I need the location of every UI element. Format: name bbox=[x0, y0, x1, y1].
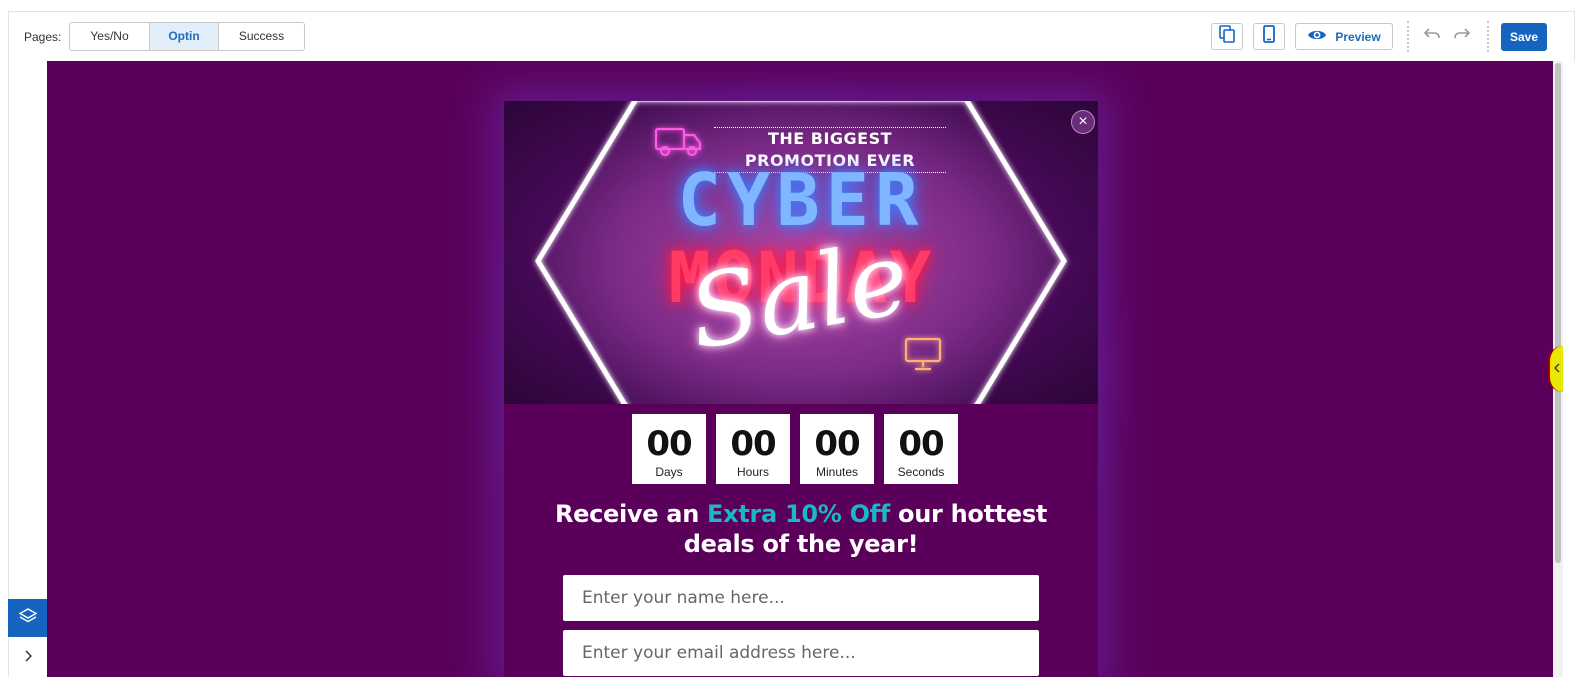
headline-part2: our hottest bbox=[889, 500, 1048, 528]
countdown-value: 00 bbox=[730, 424, 776, 464]
undo-icon bbox=[1423, 28, 1441, 45]
settings-panel-toggle[interactable] bbox=[1548, 346, 1563, 392]
countdown-label: Hours bbox=[736, 465, 769, 479]
page-tab-optin[interactable]: Optin bbox=[150, 23, 219, 50]
scrollbar-thumb[interactable] bbox=[1555, 63, 1561, 563]
countdown-label: Seconds bbox=[897, 465, 945, 479]
close-button[interactable]: × bbox=[1071, 110, 1095, 134]
email-input[interactable] bbox=[563, 630, 1039, 676]
pages-label: Pages: bbox=[24, 30, 62, 44]
name-input[interactable] bbox=[563, 575, 1039, 621]
toolbar-divider bbox=[1407, 21, 1409, 52]
page-tab-success[interactable]: Success bbox=[219, 23, 304, 50]
left-panel-strip bbox=[8, 61, 47, 677]
redo-button[interactable] bbox=[1453, 27, 1471, 46]
offer-headline: Receive an Extra 10% Off our hottest dea… bbox=[504, 499, 1098, 559]
cyber-title: CYBER bbox=[677, 158, 925, 242]
chevron-left-icon bbox=[1553, 360, 1560, 378]
editor-toolbar: Pages: Yes/No Optin Success Preview Save bbox=[8, 11, 1575, 61]
editor-canvas: THE BIGGEST PROMOTION EVER CYBER MONDAY … bbox=[47, 61, 1553, 677]
countdown-label: Minutes bbox=[815, 465, 859, 479]
countdown-value: 00 bbox=[898, 424, 944, 464]
toolbar-divider bbox=[1487, 21, 1489, 52]
undo-button[interactable] bbox=[1423, 27, 1441, 46]
pages-switcher: Yes/No Optin Success bbox=[69, 22, 305, 51]
preview-label: Preview bbox=[1335, 29, 1381, 44]
countdown-label: Days bbox=[655, 465, 683, 479]
countdown-timer: 00 Days 00 Hours 00 Minutes 00 Seconds bbox=[632, 414, 958, 484]
layers-button[interactable] bbox=[8, 599, 47, 637]
headline-part1: Receive an bbox=[554, 500, 708, 528]
preview-button[interactable]: Preview bbox=[1295, 23, 1393, 50]
chevron-right-icon bbox=[24, 649, 32, 667]
editor-app: Pages: Yes/No Optin Success Preview Save… bbox=[0, 0, 1583, 696]
countdown-hours: 00 Hours bbox=[716, 414, 790, 484]
copy-icon bbox=[1219, 25, 1235, 48]
save-button[interactable]: Save bbox=[1501, 23, 1547, 51]
mobile-icon bbox=[1263, 25, 1275, 48]
countdown-minutes: 00 Minutes bbox=[800, 414, 874, 484]
countdown-value: 00 bbox=[646, 424, 692, 464]
mobile-view-button[interactable] bbox=[1253, 23, 1285, 50]
popup-preview: THE BIGGEST PROMOTION EVER CYBER MONDAY … bbox=[504, 101, 1098, 677]
countdown-value: 00 bbox=[814, 424, 860, 464]
layers-icon bbox=[17, 607, 38, 629]
cyber-monday-banner: THE BIGGEST PROMOTION EVER CYBER MONDAY … bbox=[504, 101, 1098, 404]
countdown-days: 00 Days bbox=[632, 414, 706, 484]
headline-accent: Extra 10% Off bbox=[707, 500, 890, 528]
headline-line2: deals of the year! bbox=[683, 530, 919, 558]
countdown-seconds: 00 Seconds bbox=[884, 414, 958, 484]
copy-button[interactable] bbox=[1211, 23, 1243, 50]
eye-icon bbox=[1307, 28, 1327, 45]
expand-panel-button[interactable] bbox=[8, 640, 47, 676]
redo-icon bbox=[1453, 28, 1471, 45]
page-tab-yes-no[interactable]: Yes/No bbox=[70, 23, 150, 50]
